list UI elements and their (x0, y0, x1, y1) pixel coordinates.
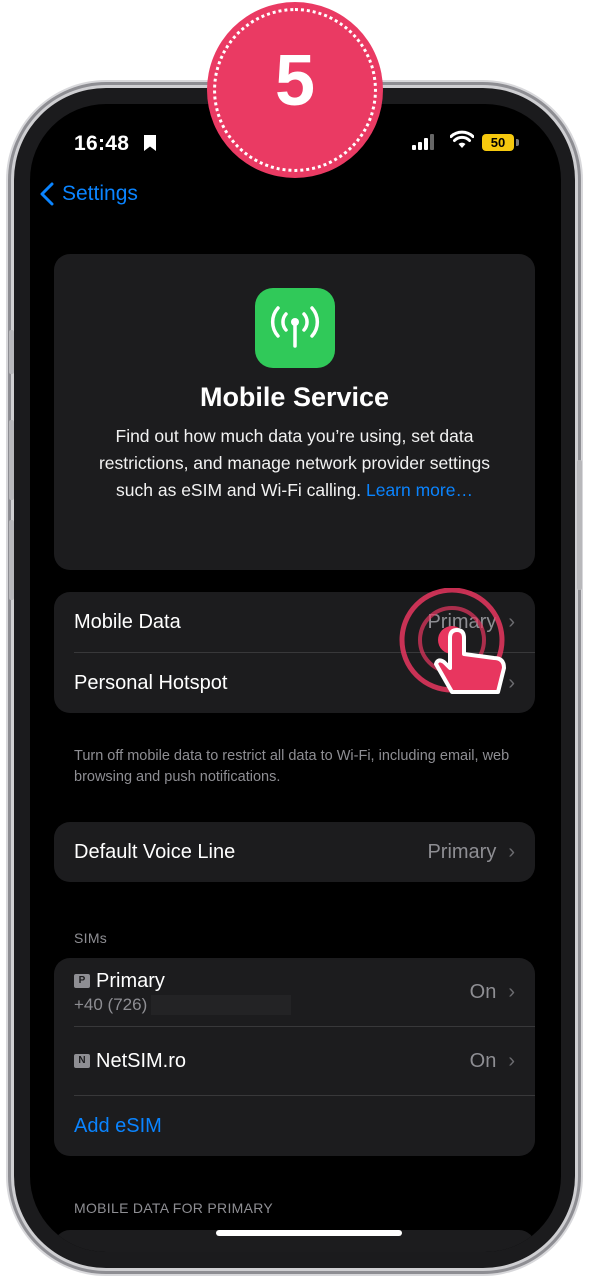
chevron-right-icon: › (508, 840, 515, 863)
sim-status: On (469, 1049, 497, 1072)
sim-row-netsim[interactable]: N NetSIM.ro On › (54, 1027, 535, 1095)
sim-row-primary[interactable]: P Primary +40 (726) On › (54, 958, 535, 1026)
chevron-left-icon (40, 182, 54, 206)
bookmark-icon (144, 135, 156, 151)
sim-card-icon: P (74, 974, 90, 989)
sims-group: P Primary +40 (726) On › N NetSIM.ro On › (54, 958, 535, 1156)
default-voice-line-label: Default Voice Line (74, 840, 236, 863)
sim-status: On (469, 980, 497, 1003)
back-button-label: Settings (62, 182, 138, 205)
step-badge: 5 (207, 2, 383, 178)
mobile-service-card: Mobile Service Find out how much data yo… (54, 254, 535, 570)
sims-section-header: SIMs (74, 930, 108, 946)
chevron-right-icon: › (508, 1049, 515, 1072)
volume-up-button (9, 420, 14, 500)
personal-hotspot-label: Personal Hotspot (74, 671, 228, 694)
wifi-icon (450, 130, 474, 148)
back-button[interactable]: Settings (40, 182, 138, 206)
antenna-icon (254, 288, 335, 368)
status-time: 16:48 (74, 132, 130, 155)
sim-phone-number: +40 (726) (74, 994, 148, 1014)
hero-description: Find out how much data you’re using, set… (80, 423, 509, 504)
learn-more-link[interactable]: Learn more… (366, 480, 473, 500)
page-title: Mobile Service (199, 382, 390, 412)
sim-card-icon: N (74, 1054, 90, 1069)
sim-name: Primary (96, 969, 165, 992)
cellular-signal-icon (412, 134, 434, 150)
step-number: 5 (274, 41, 316, 121)
mobile-data-section-header: MOBILE DATA FOR PRIMARY (74, 1200, 274, 1216)
mobile-data-footnote: Turn off mobile data to restrict all dat… (74, 748, 510, 785)
mobile-data-label: Mobile Data (74, 610, 181, 633)
sim-name: NetSIM.ro (96, 1049, 187, 1072)
battery-icon: 50 (482, 134, 514, 151)
default-voice-line-group: Default Voice Line Primary › (54, 822, 535, 882)
tap-gesture-icon (399, 588, 506, 694)
battery-cap (516, 139, 519, 146)
home-indicator[interactable] (216, 1230, 402, 1236)
side-button (577, 460, 582, 590)
action-button (9, 330, 14, 374)
add-esim-button[interactable]: Add eSIM (54, 1096, 535, 1156)
default-voice-line-row[interactable]: Default Voice Line Primary › (54, 822, 535, 882)
default-voice-line-value: Primary (427, 840, 497, 863)
chevron-right-icon: › (508, 980, 515, 1003)
redacted-number (151, 994, 292, 1015)
volume-down-button (9, 520, 14, 600)
